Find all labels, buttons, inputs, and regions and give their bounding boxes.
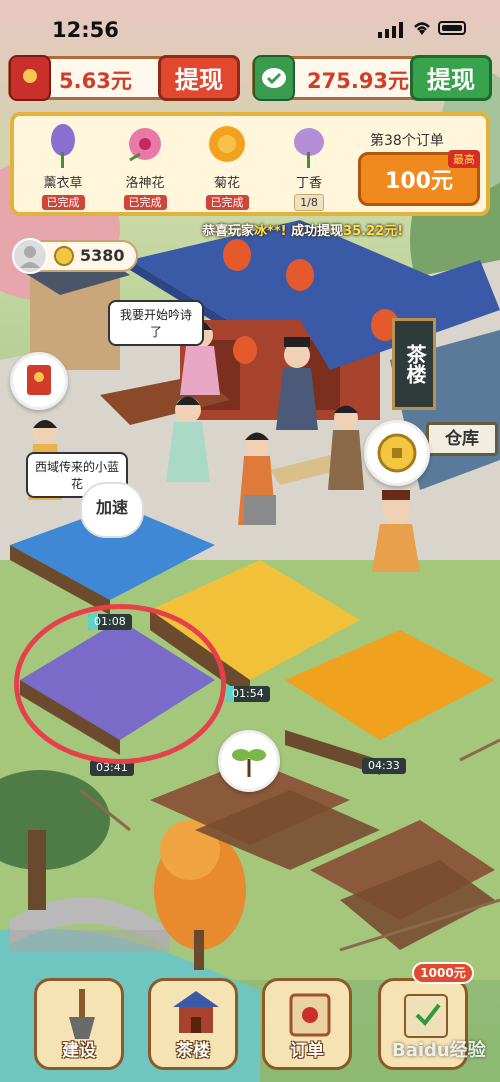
order-item-roselle[interactable]: 洛神花 已完成 [110,122,180,210]
chrysanthemum-field-timer-text: 04:33 [368,759,400,772]
wechat-value: 275.93元 [307,69,410,93]
order-item-lavender[interactable]: 薰衣草 已完成 [28,122,98,210]
shovel-icon [69,989,95,1039]
withdraw-ticker: 恭喜玩家冰**! 成功提现35.22元! [202,220,403,239]
lavender-icon [38,122,88,170]
signal-icon [378,22,403,38]
build-button[interactable]: 建设 [34,978,124,1070]
red-packet-value: 5.63元 [59,69,132,93]
order-item-name: 丁香 [295,176,322,191]
coin-icon [377,433,417,473]
ticker-prefix: 恭喜玩家 [202,224,255,239]
red-packet-icon [27,365,51,395]
sunflower-field-timer: 01:54 [226,686,270,702]
ticker-player: 冰**! [254,224,287,239]
roselle-icon [120,122,170,170]
character-scholar[interactable] [276,337,318,430]
chrysanthemum-field[interactable] [285,630,495,760]
order-nav-button[interactable]: 订单 [262,978,352,1070]
order-panel: 薰衣草 已完成 洛神花 已完成 菊花 已完成 丁香 1/8 第38个订单 最高 [10,112,490,216]
game-scene: 茶楼 仓库 12:56 5.63元 提现 275.93元 提现 薰衣草 已完成 … [0,0,500,1082]
poet-speech-bubble: 我要开始吟诗了 [108,300,204,346]
character-girl-green[interactable] [166,396,210,483]
chrysanthemum-icon [202,122,252,170]
lilac-icon [284,122,334,170]
coin-collect-button[interactable] [364,420,430,486]
order-title: 第38个订单 [370,133,444,149]
red-packet-bubble-button[interactable] [10,352,68,410]
wechat-withdraw-button[interactable]: 提现 [410,55,492,101]
wechat-icon [253,55,295,101]
reward-scroll-icon [404,994,448,1038]
ticker-middle: 成功提现 [291,224,344,239]
scroll-icon [289,993,331,1037]
order-reward-button[interactable]: 最高 100元 [358,150,480,206]
red-packet-icon [9,55,51,101]
order-nav-label: 订单 [290,1041,324,1061]
red-withdraw-button[interactable]: 提现 [158,55,240,101]
order-item-status: 已完成 [123,195,167,210]
seedling-icon [232,749,266,777]
coin-count: 5380 [80,246,125,265]
teahouse-nav-label: 茶楼 [176,1041,210,1061]
order-item-lilac[interactable]: 丁香 1/8 [274,122,344,211]
player-info[interactable]: 5380 [12,238,138,274]
chrysanthemum-field-timer: 04:33 [362,758,406,774]
order-item-status: 已完成 [41,195,85,210]
order-item-chrysanthemum[interactable]: 菊花 已完成 [192,122,262,210]
character-servant[interactable] [238,432,276,526]
teahouse-icon [173,991,219,1033]
status-bar: 12:56 [0,0,500,52]
order-item-name: 薰衣草 [43,176,83,191]
status-time: 12:56 [52,18,119,42]
sunflower-field-timer-text: 01:54 [232,687,264,700]
battery-icon [438,21,466,35]
red-packet-balance: 5.63元 提现 [8,55,240,101]
poet-speech-text: 我要开始吟诗了 [119,308,192,339]
coin-icon [54,246,74,266]
order-item-status: 已完成 [205,195,249,210]
reward-amount: 100元 [385,169,453,194]
character-merchant[interactable] [372,490,420,572]
reward-badge: 1000元 [412,962,474,984]
order-item-name: 菊花 [213,176,240,191]
order-item-name: 洛神花 [125,176,165,191]
build-label: 建设 [62,1041,96,1061]
wifi-icon [414,22,430,35]
wechat-balance: 275.93元 提现 [252,55,492,101]
character-guard[interactable] [328,405,364,491]
avatar[interactable] [12,238,48,274]
watermark: Baidu经验 [392,1040,486,1061]
teahouse-nav-button[interactable]: 茶楼 [148,978,238,1070]
ticker-amount: 35.22元! [343,224,404,239]
order-item-progress: 1/8 [294,194,324,211]
seed-plant-button[interactable] [218,730,280,792]
